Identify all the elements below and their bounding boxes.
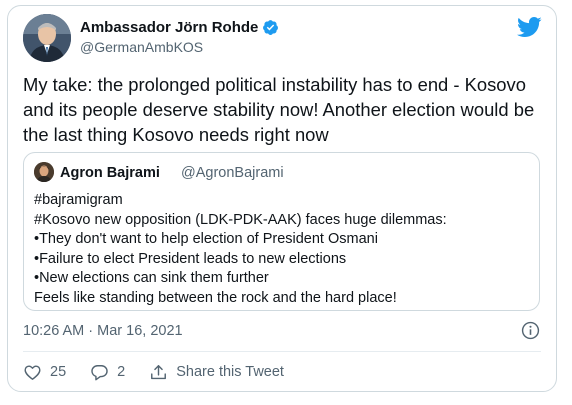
quoted-line: Feels like standing between the rock and… [34, 289, 397, 306]
quoted-handle: @AgronBajrami [181, 165, 284, 181]
avatar-photo-icon [23, 14, 71, 62]
verified-badge-icon [263, 20, 279, 35]
tweet-timestamp[interactable]: 10:26 AM · Mar 16, 2021 [23, 323, 183, 339]
quoted-line: #Kosovo new opposition (LDK-PDK-AAK) fac… [34, 211, 447, 228]
reply-count: 2 [117, 364, 126, 380]
like-count: 25 [50, 364, 67, 380]
share-button[interactable]: Share this Tweet [149, 363, 284, 382]
quoted-avatar-photo-icon [34, 162, 54, 182]
share-label: Share this Tweet [176, 364, 284, 380]
like-button[interactable]: 25 [23, 363, 66, 382]
info-icon[interactable] [521, 321, 540, 340]
quoted-line: •New elections can sink them further [34, 270, 269, 286]
quoted-author-avatar[interactable] [34, 162, 54, 182]
author-handle[interactable]: @GermanAmbKOS [80, 39, 203, 55]
tweet-text: My take: the prolonged political instabi… [23, 74, 535, 145]
quoted-line: •They don't want to help election of Pre… [34, 231, 378, 247]
quoted-tweet[interactable]: Agron Bajrami @AgronBajrami #bajramigram… [23, 152, 540, 311]
embedded-tweet-card[interactable]: Ambassador Jörn Rohde @GermanAmbKOS My t… [7, 5, 557, 392]
reply-button[interactable]: 2 [90, 363, 125, 382]
tweet-actions: 25 2 Share this Tweet [23, 360, 308, 384]
quoted-tweet-body: #bajramigram #Kosovo new opposition (LDK… [34, 191, 534, 308]
author-display-name-row[interactable]: Ambassador Jörn Rohde [80, 19, 279, 36]
share-icon [151, 364, 167, 379]
reply-icon [91, 364, 108, 380]
quoted-line[interactable]: #bajramigram [34, 191, 534, 211]
quoted-line: •Failure to elect President leads to new… [34, 250, 347, 267]
author-avatar[interactable] [23, 14, 71, 62]
heart-icon [24, 364, 41, 380]
author-display-name[interactable]: Ambassador Jörn Rohde [80, 19, 258, 36]
quoted-display-name: Agron Bajrami [60, 165, 160, 181]
twitter-logo-icon[interactable] [516, 16, 542, 38]
actions-divider [23, 351, 541, 352]
